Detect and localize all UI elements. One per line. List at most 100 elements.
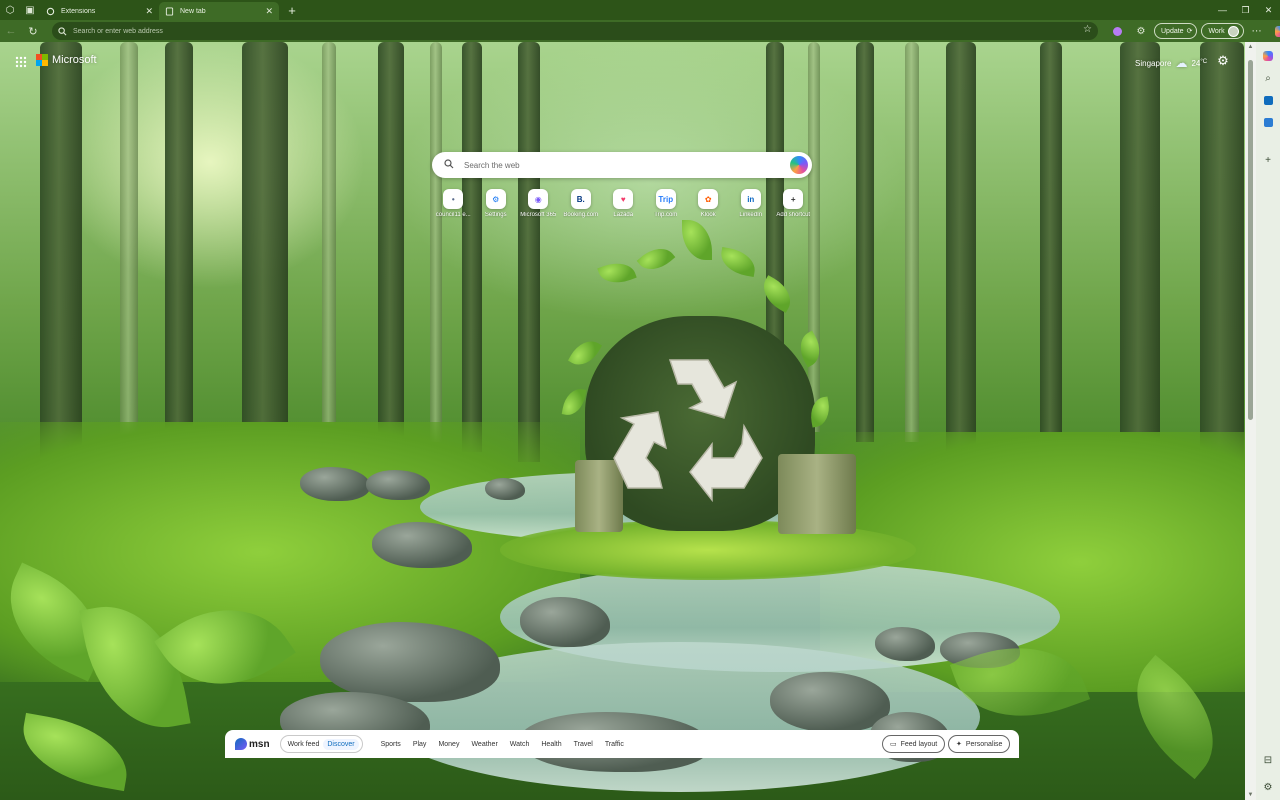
new-tab-page: Microsoft Singapore ☁ 24°C ⚙ Search the … xyxy=(0,42,1245,800)
web-search-box[interactable]: Search the web xyxy=(432,152,812,178)
msn-logo[interactable]: msn xyxy=(235,738,270,750)
back-arrow-icon[interactable]: ← xyxy=(0,20,22,42)
close-tab-icon[interactable]: ✕ xyxy=(145,6,153,17)
quick-link[interactable]: • council11 e... xyxy=(432,189,475,218)
quick-link-label: council11 e... xyxy=(435,212,471,218)
add-sidebar-app-icon[interactable]: + xyxy=(1260,152,1276,168)
feed-layout-icon: ▭ xyxy=(890,741,897,748)
quick-link-icon: ◉ xyxy=(528,189,549,209)
feed-nav-item[interactable]: Money xyxy=(432,741,465,748)
personalise-button[interactable]: ✦ Personalise xyxy=(948,735,1011,753)
quick-link-icon: ✿ xyxy=(698,189,719,209)
page-scrollbar[interactable]: ▲ ▼ xyxy=(1245,42,1256,800)
close-window-icon[interactable]: ✕ xyxy=(1257,0,1280,20)
msn-feed-bar: msn Work feed Discover Sports Play Money We… xyxy=(225,730,1019,758)
microsoft-brand[interactable]: Microsoft xyxy=(36,54,97,66)
quick-link-icon: • xyxy=(443,189,464,209)
update-button[interactable]: Update ⟳ xyxy=(1154,23,1198,39)
feed-layout-button[interactable]: ▭ Feed layout xyxy=(882,735,946,753)
quick-link-icon: ♥ xyxy=(613,189,634,209)
weather-temperature: 24°C xyxy=(1191,58,1208,68)
quick-link-icon: in xyxy=(740,189,761,209)
profile-label: Work xyxy=(1208,27,1225,35)
scroll-down-icon[interactable]: ▼ xyxy=(1245,790,1256,800)
page-settings-icon[interactable]: ⚙ xyxy=(1216,54,1230,68)
office-sidebar-icon[interactable] xyxy=(1260,92,1276,108)
feed-nav-item[interactable]: Play xyxy=(407,741,433,748)
quick-link[interactable]: ◉ Microsoft 365 xyxy=(517,189,560,218)
hide-sidebar-icon[interactable]: ⊟ xyxy=(1260,752,1276,768)
extensions-favicon-icon xyxy=(46,7,55,16)
tab-title: New tab xyxy=(180,7,206,15)
search-icon xyxy=(444,158,454,172)
copilot-search-icon[interactable] xyxy=(790,156,808,174)
quick-link-icon: B. xyxy=(570,189,591,209)
new-tab-favicon-icon xyxy=(165,6,174,16)
copilot-sidebar-icon[interactable] xyxy=(1260,48,1276,64)
work-feed-tab[interactable]: Work feed xyxy=(284,739,324,750)
feed-nav-item[interactable]: Weather xyxy=(465,741,503,748)
extensions-icon[interactable]: ⚙ xyxy=(1130,20,1152,42)
feed-nav-item[interactable]: Traffic xyxy=(599,741,630,748)
quick-link-label: Add shortcut xyxy=(776,212,811,218)
quick-link[interactable]: ⚙ Settings xyxy=(475,189,518,218)
quick-link[interactable]: Trip Trip.com xyxy=(645,189,688,218)
tab-actions-icon[interactable]: ▣ xyxy=(20,0,40,20)
edge-sidebar: ⌕ + ⊟ ⚙ xyxy=(1256,42,1280,800)
favorite-star-icon[interactable]: ☆ xyxy=(1083,24,1092,35)
window-controls: — ❐ ✕ xyxy=(1211,0,1280,20)
profile-button[interactable]: Work xyxy=(1201,23,1244,39)
address-bar[interactable]: Search or enter web address ☆ xyxy=(52,22,1098,40)
search-sidebar-icon[interactable]: ⌕ xyxy=(1260,70,1276,86)
copilot-icon[interactable] xyxy=(1270,20,1280,42)
scroll-thumb[interactable] xyxy=(1248,60,1253,420)
quick-link[interactable]: B. Booking.com xyxy=(560,189,603,218)
copilot-extension-icon[interactable] xyxy=(1106,20,1128,42)
quick-link[interactable]: ✿ Klook xyxy=(687,189,730,218)
quick-link[interactable]: + Add shortcut xyxy=(772,189,815,218)
quick-link-label: Lazada xyxy=(613,212,634,218)
weather-widget[interactable]: Singapore ☁ 24°C xyxy=(1135,56,1207,70)
avatar xyxy=(1227,25,1239,37)
cloud-rain-icon: ☁ xyxy=(1175,56,1188,70)
feed-nav-item[interactable]: Health xyxy=(535,741,567,748)
browser-toolbar: ← ↻ Search or enter web address ☆ ⚙ Upda… xyxy=(0,20,1280,42)
update-icon: ⟳ xyxy=(1186,28,1193,35)
sidebar-settings-icon[interactable]: ⚙ xyxy=(1260,779,1276,795)
quick-link[interactable]: ♥ Lazada xyxy=(602,189,645,218)
feed-nav-item[interactable]: Travel xyxy=(568,741,599,748)
discover-tab[interactable]: Discover xyxy=(323,738,359,750)
feed-nav-item[interactable]: Sports xyxy=(375,741,407,748)
close-tab-icon[interactable]: ✕ xyxy=(265,6,273,17)
tab-title: Extensions xyxy=(61,7,96,15)
workspaces-icon[interactable]: ⬡ xyxy=(0,0,20,20)
tab-new-tab[interactable]: New tab ✕ xyxy=(159,2,279,20)
feed-nav: Sports Play Money Weather Watch Health Travel T… xyxy=(375,741,630,748)
msn-brand: msn xyxy=(249,738,270,750)
scroll-up-icon[interactable]: ▲ xyxy=(1245,42,1256,52)
personalise-icon: ✦ xyxy=(956,741,962,748)
restore-icon[interactable]: ❐ xyxy=(1234,0,1257,20)
quick-link[interactable]: in LinkedIn xyxy=(730,189,773,218)
feed-nav-item[interactable]: Watch xyxy=(504,741,536,748)
personalise-label: Personalise xyxy=(965,740,1003,748)
quick-link-label: Klook xyxy=(700,212,716,218)
refresh-icon[interactable]: ↻ xyxy=(22,20,44,42)
microsoft-logo-icon xyxy=(36,54,48,66)
search-icon xyxy=(58,26,67,35)
quick-link-label: Trip.com xyxy=(654,212,678,218)
more-menu-icon[interactable]: ⋯ xyxy=(1246,20,1268,42)
quick-link-label: LinkedIn xyxy=(739,212,763,218)
quick-link-label: Microsoft 365 xyxy=(520,212,557,218)
feed-layout-label: Feed layout xyxy=(900,740,938,748)
brand-name: Microsoft xyxy=(52,54,97,66)
recycle-icon xyxy=(613,359,763,502)
apps-launcher-icon[interactable] xyxy=(15,56,27,68)
minimize-icon[interactable]: — xyxy=(1211,0,1234,20)
quick-link-label: Booking.com xyxy=(563,212,599,218)
outlook-sidebar-icon[interactable] xyxy=(1260,114,1276,130)
feed-toggle: Work feed Discover xyxy=(279,735,363,753)
new-tab-button[interactable]: + xyxy=(283,1,301,19)
tab-extensions[interactable]: Extensions ✕ xyxy=(40,2,159,20)
title-bar: ⬡ ▣ Extensions ✕ New tab ✕ + — ❐ ✕ xyxy=(0,0,1280,20)
